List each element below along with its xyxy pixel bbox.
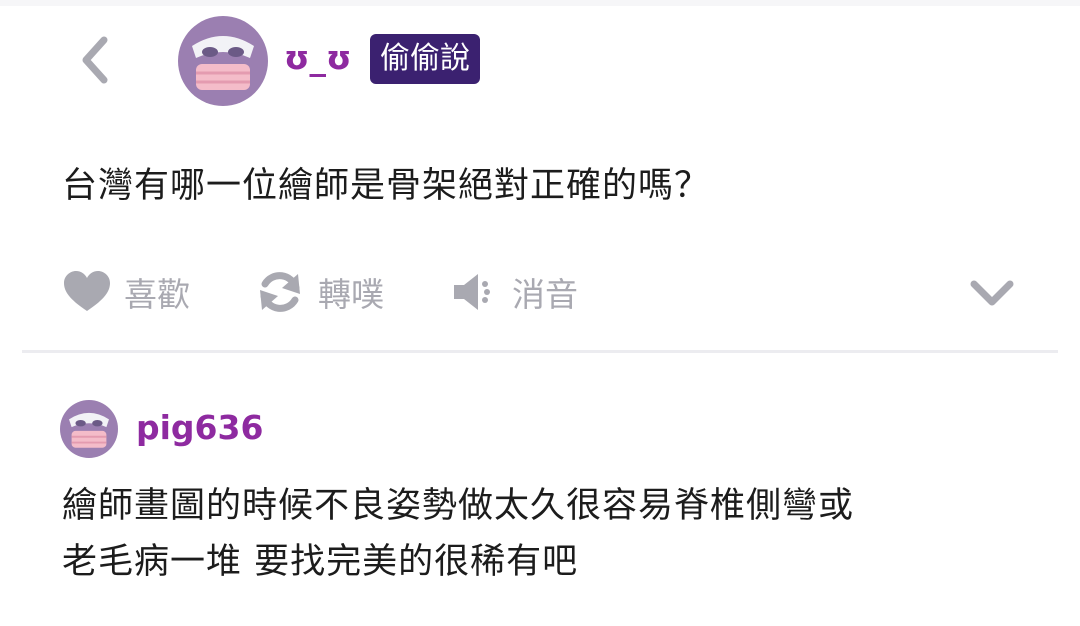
chevron-left-icon (82, 36, 108, 84)
masked-avatar-icon (60, 400, 118, 458)
refresh-icon (260, 272, 300, 312)
post-content: 台灣有哪一位繪師是骨架絕對正確的嗎？ (62, 166, 711, 206)
comment-content: 繪師畫圖的時候不良姿勢做太久很容易脊椎側彎或 老毛病一堆 要找完美的很稀有吧 (62, 478, 1052, 590)
repost-button[interactable]: 轉噗 (256, 262, 384, 322)
commenter-avatar[interactable] (60, 400, 118, 458)
post-author-name[interactable]: ʊ_ʊ (284, 34, 351, 82)
heart-icon (64, 271, 110, 311)
mute-button[interactable]: 消音 (452, 262, 578, 322)
section-divider (22, 350, 1058, 353)
author-avatar[interactable] (178, 16, 268, 106)
like-button[interactable]: 喜歡 (64, 262, 190, 322)
like-label: 喜歡 (124, 275, 190, 314)
masked-avatar-icon (178, 16, 268, 106)
repost-label: 轉噗 (318, 275, 384, 314)
back-button[interactable] (74, 32, 122, 88)
top-edge (0, 0, 1080, 6)
comment-line: 老毛病一堆 要找完美的很稀有吧 (62, 542, 579, 582)
comment-line: 繪師畫圖的時候不良姿勢做太久很容易脊椎側彎或 (62, 486, 855, 526)
anonymous-badge: 偷偷說 (370, 34, 480, 84)
expand-button[interactable] (966, 270, 1018, 314)
commenter-name[interactable]: pig636 (136, 404, 263, 452)
mute-label: 消音 (512, 275, 578, 314)
chevron-down-icon (970, 280, 1014, 306)
speaker-mute-icon (454, 274, 490, 310)
